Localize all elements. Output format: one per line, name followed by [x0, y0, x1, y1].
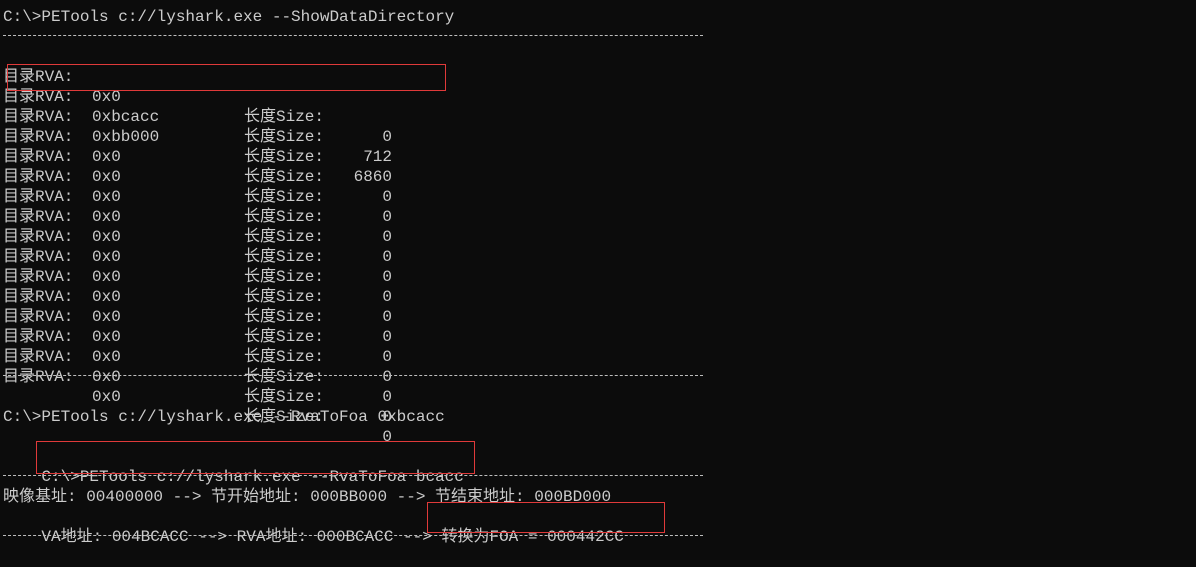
- directory-rva: 0x0: [92, 88, 121, 106]
- directory-size: 0: [382, 388, 392, 406]
- result-va-rva: VA地址: 004BCACC --> RVA地址: 000BCACC -->: [41, 528, 442, 546]
- size-label: 长度Size:: [244, 148, 325, 166]
- table-row: 目录RVA: 0x0 长度Size: 0: [3, 267, 392, 366]
- directory-rva: 0x0: [92, 168, 121, 186]
- directory-rva: 0x0: [92, 328, 121, 346]
- size-label: 长度Size:: [244, 108, 325, 126]
- table-row: 目录RVA: 0xbb000 长度Size: 6860: [3, 87, 392, 186]
- result-va-rva-foa: VA地址: 004BCACC --> RVA地址: 000BCACC --> 转…: [3, 507, 624, 546]
- prompt: C:\>: [41, 468, 80, 486]
- command-show-data-directory: C:\>PETools c://lyshark.exe --ShowDataDi…: [3, 8, 455, 26]
- directory-label: 目录RVA:: [3, 368, 74, 386]
- directory-rva: 0x0: [92, 388, 121, 406]
- table-row: 目录RVA: 0x0 长度Size: 0: [3, 127, 392, 226]
- size-label: 长度Size:: [244, 288, 325, 306]
- size-label: 长度Size:: [244, 308, 325, 326]
- command-rva-to-foa: C:\>PETools c://lyshark.exe --RvaToFoa b…: [3, 447, 463, 486]
- directory-size: 0: [382, 208, 392, 226]
- table-row: 目录RVA: 0x0 长度Size: 0: [3, 147, 392, 246]
- table-row: 目录RVA: 0x0 长度Size: 0: [3, 327, 392, 426]
- table-row: 目录RVA: 0x0 长度Size: 0: [3, 347, 392, 446]
- size-label: 长度Size:: [244, 368, 325, 386]
- separator-bottom: [3, 535, 703, 536]
- directory-rva: 0x0: [92, 368, 121, 386]
- table-row: 目录RVA: 0x0 长度Size: 0: [3, 187, 392, 286]
- directory-size: 0: [382, 428, 392, 446]
- size-label: 长度Size:: [244, 228, 325, 246]
- size-label: 长度Size:: [244, 388, 325, 406]
- terminal-window[interactable]: C:\>PETools c://lyshark.exe --ShowDataDi…: [3, 0, 1193, 547]
- directory-rva: 0x0: [92, 268, 121, 286]
- table-row: 目录RVA: 0x0 长度Size: 0: [3, 247, 392, 346]
- directory-rva: 0x0: [92, 148, 121, 166]
- size-label: 长度Size:: [244, 328, 325, 346]
- table-row: 目录RVA: 0x0 长度Size: 0: [3, 307, 392, 406]
- result-section-addresses: 映像基址: 00400000 --> 节开始地址: 000BB000 --> 节…: [3, 488, 612, 506]
- directory-rva: 0x0: [92, 288, 121, 306]
- directory-rva: 0xbb000: [92, 128, 160, 146]
- directory-rva: 0x0: [92, 188, 121, 206]
- separator-top: [3, 35, 703, 36]
- directory-rva: 0x0: [92, 348, 121, 366]
- directory-rva: 0xbcacc: [92, 108, 160, 126]
- table-row: 目录RVA: 0x0 长度Size: 0: [3, 227, 392, 326]
- size-label: 长度Size:: [244, 208, 325, 226]
- size-label: 长度Size:: [244, 188, 325, 206]
- directory-rva: 0x0: [92, 308, 121, 326]
- command-text: PETools c://lyshark.exe --RvaToFoa bcacc: [79, 468, 464, 486]
- directory-size: 0: [382, 268, 392, 286]
- directory-size: 6860: [353, 168, 392, 186]
- size-label: 长度Size:: [244, 268, 325, 286]
- directory-size: 0: [382, 308, 392, 326]
- table-row: 目录RVA: 0x0 长度Size: 0: [3, 107, 392, 206]
- directory-size: 0: [382, 248, 392, 266]
- directory-size: 712: [363, 148, 392, 166]
- table-row: 目录RVA: 0x0 长度Size: 0: [3, 167, 392, 266]
- directory-size: 0: [382, 368, 392, 386]
- directory-rva: 0x0: [92, 208, 121, 226]
- size-label: 长度Size:: [244, 248, 325, 266]
- separator-result-top: [3, 475, 703, 476]
- table-row: 目录RVA: 0x0 长度Size: 0: [3, 207, 392, 306]
- table-row: 目录RVA: 0x0 长度Size: 0: [3, 47, 392, 146]
- table-row: 目录RVA: 0x0 长度Size: 0: [3, 287, 392, 386]
- directory-rva: 0x0: [92, 228, 121, 246]
- size-label: 长度Size:: [244, 168, 325, 186]
- separator-middle: [3, 375, 703, 376]
- command-rva-to-foa-hex: C:\>PETools c://lyshark.exe --RvaToFoa 0…: [3, 408, 445, 426]
- directory-size: 0: [382, 328, 392, 346]
- size-label: 长度Size:: [244, 348, 325, 366]
- directory-size: 0: [382, 348, 392, 366]
- directory-rva: 0x0: [92, 248, 121, 266]
- directory-size: 0: [382, 228, 392, 246]
- table-row: 目录RVA: 0xbcacc 长度Size: 712: [3, 67, 392, 166]
- directory-size: 0: [382, 188, 392, 206]
- result-foa: 转换为FOA = 000442CC: [441, 528, 624, 546]
- size-label: 长度Size:: [244, 128, 325, 146]
- directory-size: 0: [382, 128, 392, 146]
- directory-size: 0: [382, 288, 392, 306]
